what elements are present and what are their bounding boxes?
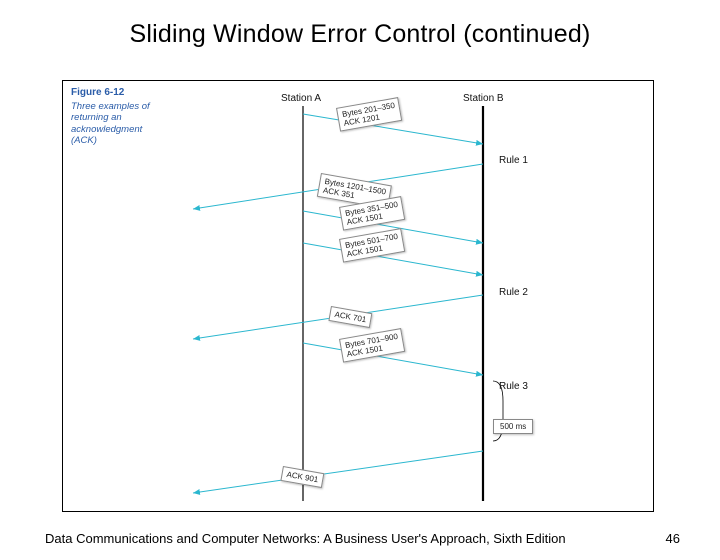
- rule-2-label: Rule 2: [499, 287, 528, 298]
- rule-3-label: Rule 3: [499, 381, 528, 392]
- packet-7-ack: ACK 901: [286, 470, 319, 484]
- footer: Data Communications and Computer Network…: [45, 531, 680, 546]
- slide-title: Sliding Window Error Control (continued): [0, 20, 720, 49]
- rule-1-label: Rule 1: [499, 155, 528, 166]
- figure-container: Figure 6-12 Three examples of returning …: [62, 80, 654, 512]
- page-number: 46: [666, 531, 680, 546]
- packet-5-ack: ACK 701: [334, 310, 367, 324]
- footer-text: Data Communications and Computer Network…: [45, 531, 566, 546]
- delay-label: 500 ms: [493, 419, 533, 434]
- diagram-svg: [63, 81, 653, 511]
